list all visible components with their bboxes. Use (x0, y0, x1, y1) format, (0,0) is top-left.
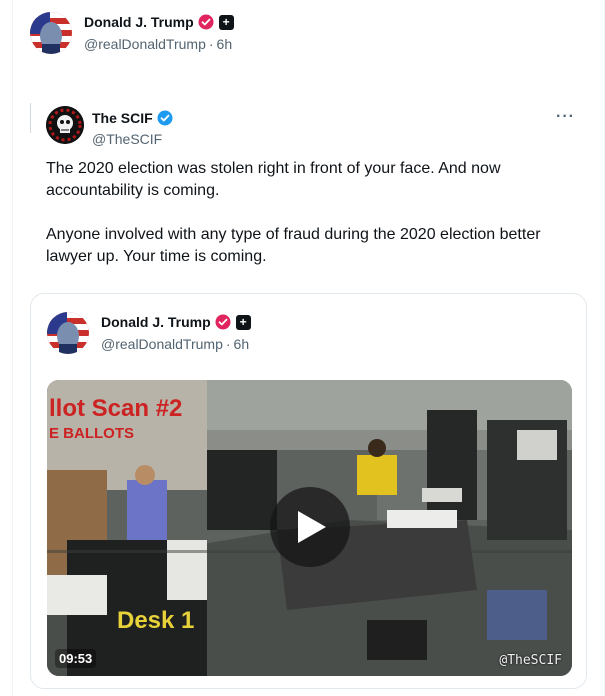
scif-avatar[interactable] (46, 106, 84, 144)
separator-dot: · (208, 36, 214, 52)
embedded-author-name[interactable]: Donald J. Trump (101, 314, 211, 330)
quoted-text: The 2020 election was stolen right in fr… (46, 158, 586, 290)
quoted-header: The SCIF @TheSCIF (46, 106, 173, 147)
embedded-post-card[interactable]: Donald J. Trump + @realDonaldTrump · 6h (30, 293, 587, 689)
video-watermark: @TheSCIF (499, 653, 562, 668)
plus-square-icon: + (235, 314, 251, 330)
desk-label-text: Desk 1 (117, 607, 194, 634)
video-player[interactable]: llot Scan #2 E BALLOTS Desk 1 09:53 @The… (47, 380, 572, 676)
overlay-title-text: llot Scan #2 (49, 395, 182, 422)
quoted-author-handle[interactable]: @TheSCIF (92, 131, 173, 147)
author-name[interactable]: Donald J. Trump (84, 14, 194, 30)
thread-line (30, 103, 31, 133)
play-icon (298, 511, 326, 543)
verified-badge-icon (215, 314, 231, 330)
separator-dot: · (225, 336, 231, 352)
more-options-button[interactable]: ··· (556, 108, 575, 126)
embedded-author-avatar[interactable] (47, 312, 89, 354)
post-header: Donald J. Trump + @realDonaldTrump · 6h (30, 12, 234, 54)
play-button[interactable] (270, 487, 350, 567)
text-paragraph: The 2020 election was stolen right in fr… (46, 160, 501, 199)
desk-label: Desk 1 (117, 607, 194, 634)
embedded-post-time[interactable]: 6h (234, 336, 250, 352)
quoted-author-name[interactable]: The SCIF (92, 110, 153, 126)
overlay-subtitle-text: E BALLOTS (49, 425, 134, 442)
video-overlay-title: llot Scan #2 E BALLOTS (49, 395, 182, 442)
video-duration: 09:53 (55, 649, 97, 668)
embedded-header: Donald J. Trump + @realDonaldTrump · 6h (47, 312, 251, 354)
verified-badge-icon (157, 110, 173, 126)
author-avatar[interactable] (30, 12, 72, 54)
embedded-author-handle[interactable]: @realDonaldTrump (101, 336, 223, 352)
plus-square-icon: + (218, 14, 234, 30)
text-paragraph: Anyone involved with any type of fraud d… (46, 226, 541, 265)
author-handle[interactable]: @realDonaldTrump (84, 36, 206, 52)
verified-badge-icon (198, 14, 214, 30)
post-time[interactable]: 6h (217, 36, 233, 52)
